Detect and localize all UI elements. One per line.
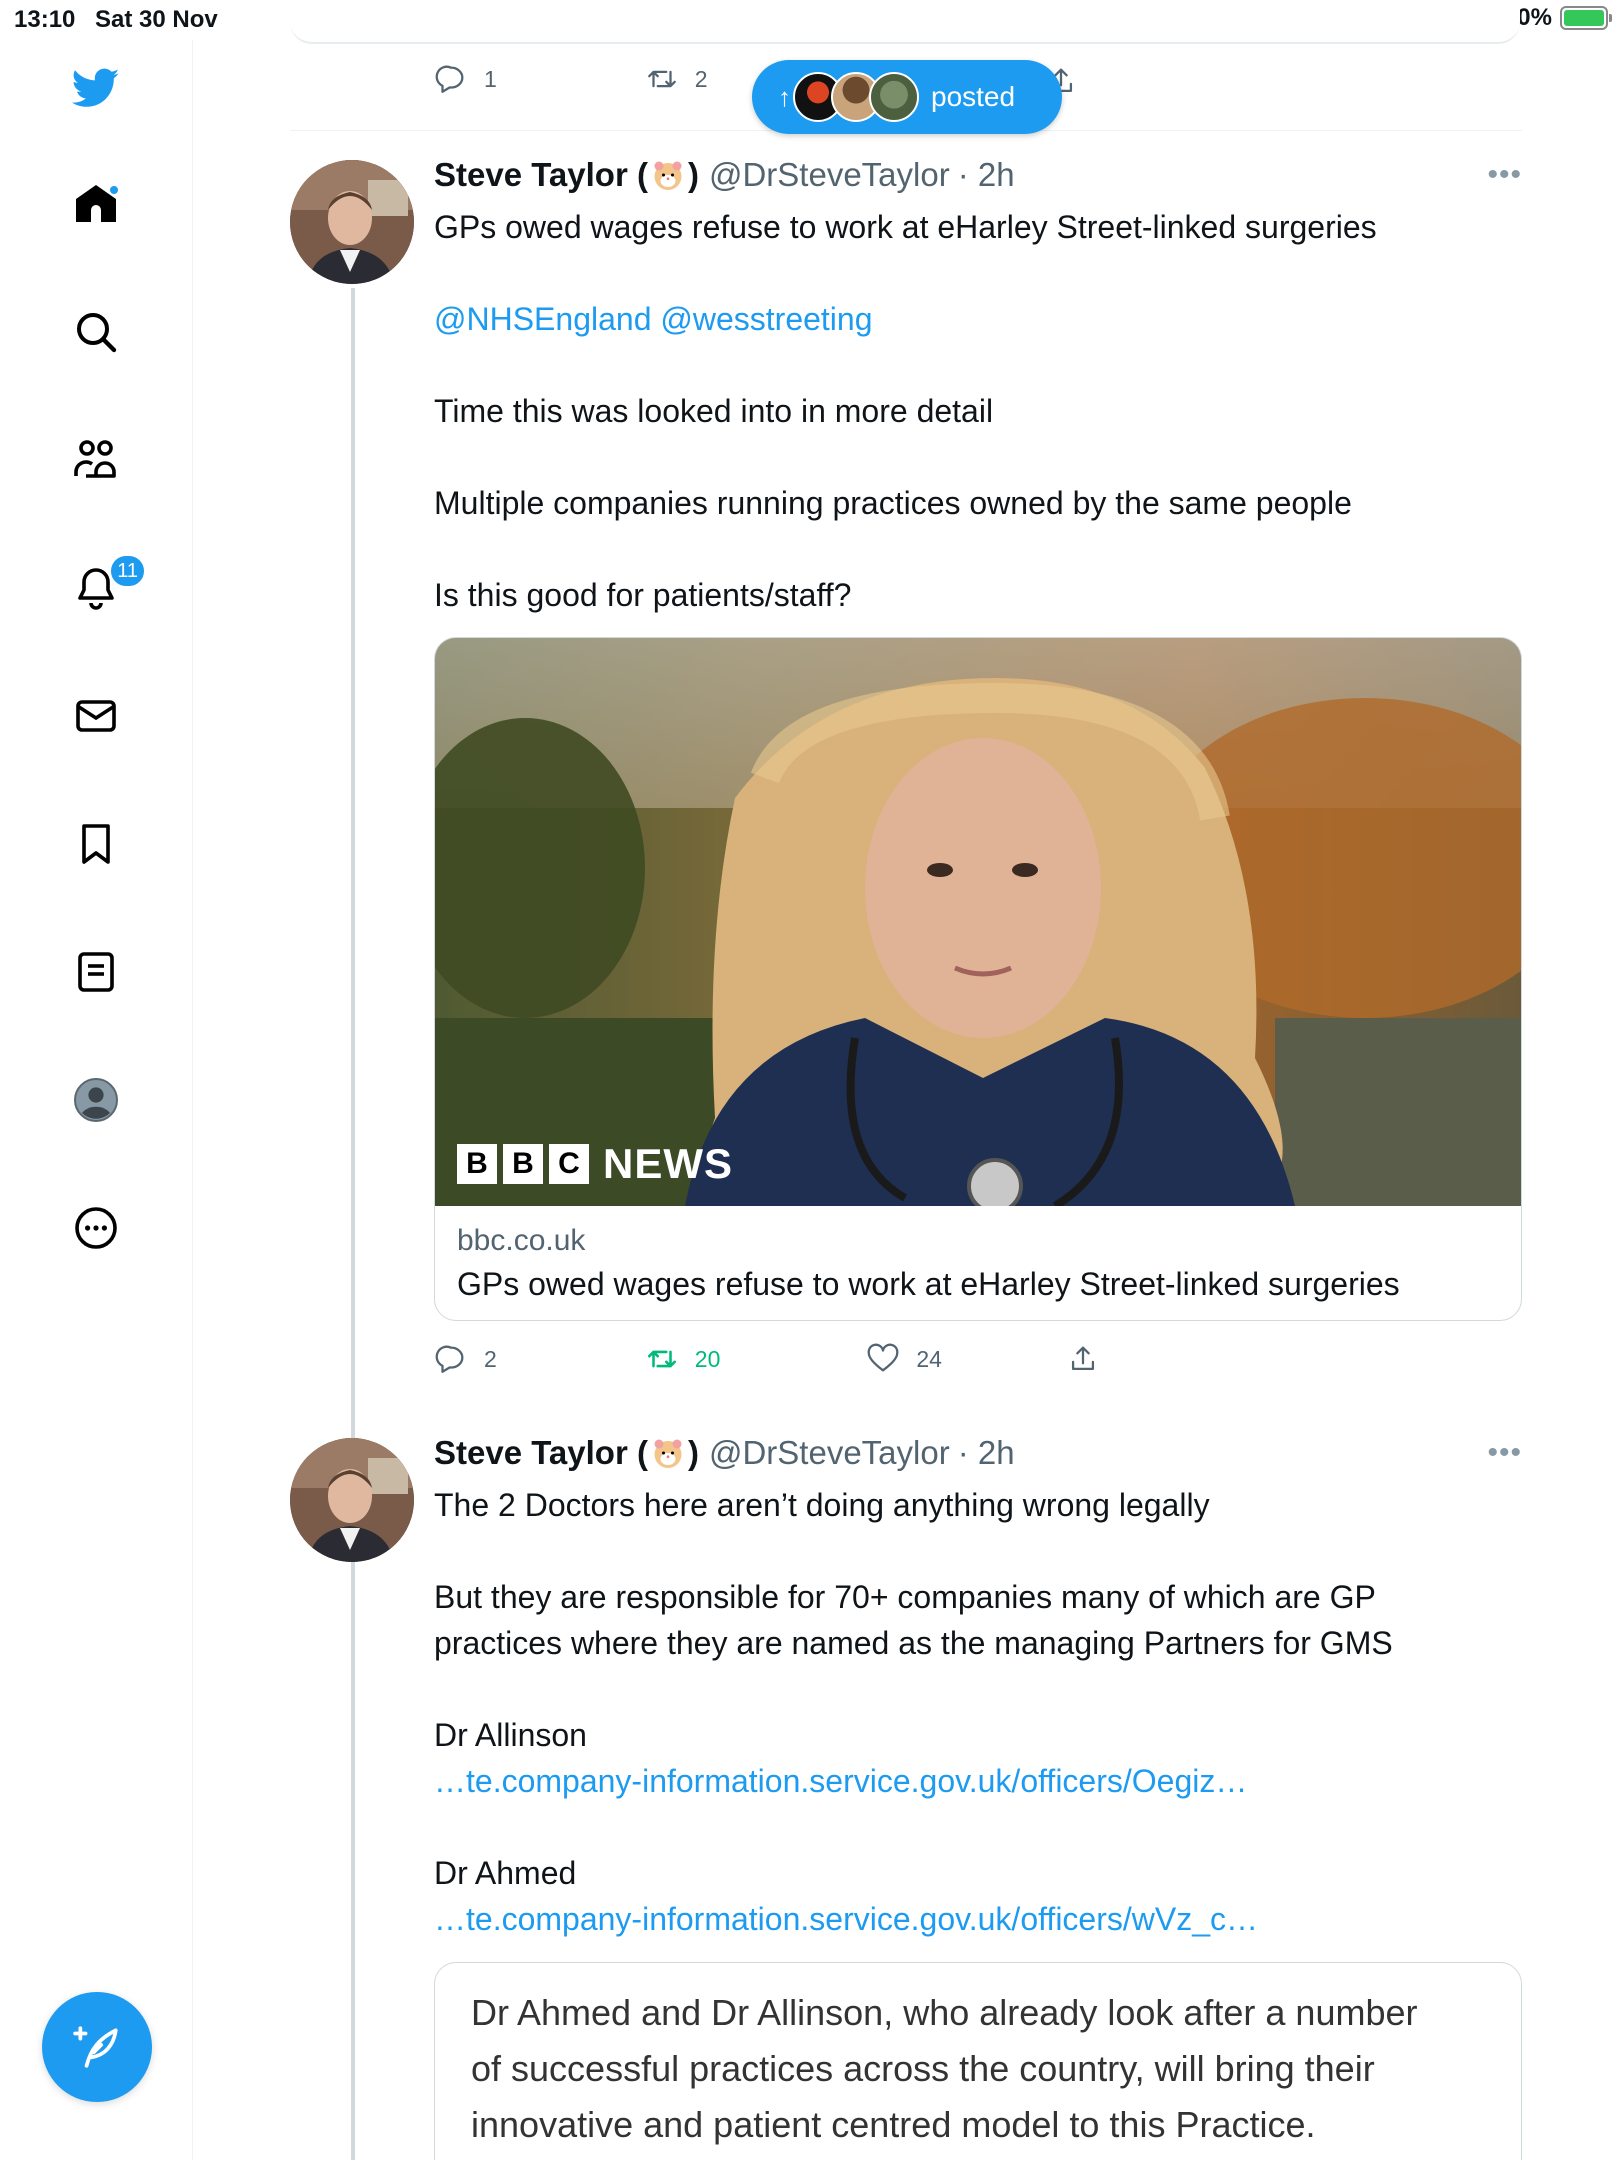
prev-retweet-button[interactable]: 2: [645, 62, 708, 96]
new-posts-pill[interactable]: ↑ posted: [752, 60, 1062, 134]
quote-line: of successful practices across the count…: [471, 2048, 1375, 2089]
article-image: B B C NEWS: [435, 638, 1521, 1206]
sidebar-item-more[interactable]: [66, 1198, 126, 1258]
sidebar-item-messages[interactable]: [66, 686, 126, 746]
like-count: 24: [916, 1345, 942, 1372]
mail-icon: [76, 700, 116, 732]
home-new-dot: [108, 184, 120, 196]
more-options-icon[interactable]: •••: [1487, 1436, 1522, 1470]
heart-icon: [867, 1343, 899, 1372]
more-circle-icon: [75, 1207, 117, 1249]
retweet-count: 20: [694, 1345, 721, 1372]
bbc-news-logo: B B C NEWS: [457, 1140, 733, 1188]
avatar[interactable]: [290, 160, 414, 284]
search-bar-edge[interactable]: [290, 0, 1520, 44]
status-date: Sat 30 Nov: [95, 6, 218, 33]
bbc-logo-letter: C: [549, 1144, 589, 1184]
tweet-line: Multiple companies running practices own…: [434, 485, 1352, 521]
bbc-logo-letter: B: [503, 1144, 543, 1184]
tweet-actions: 2 20 24: [434, 1342, 1100, 1376]
avatar[interactable]: [290, 1438, 414, 1562]
tweet-body: The 2 Doctors here aren’t doing anything…: [434, 1482, 1514, 1942]
feather-plus-icon: [73, 2026, 118, 2068]
retweet-icon: [647, 70, 676, 88]
quote-line: Dr Ahmed and Dr Allinson, who already lo…: [471, 1992, 1418, 2033]
sidebar-item-lists[interactable]: [66, 942, 126, 1002]
bbc-logo-word: NEWS: [603, 1140, 733, 1187]
quote-line: innovative and patient centred model to …: [471, 2104, 1316, 2145]
display-name[interactable]: Steve Taylor (: [434, 156, 648, 194]
avatar: [869, 72, 919, 122]
communities-icon: [74, 440, 116, 478]
thread-line: [351, 1566, 355, 2160]
display-name-suffix: ): [687, 156, 699, 193]
card-domain: bbc.co.uk: [457, 1224, 586, 1257]
display-name-suffix: ): [687, 1434, 699, 1471]
tweet-line: But they are responsible for 70+ compani…: [434, 1579, 1376, 1615]
sidebar-item-bookmarks[interactable]: [66, 814, 126, 874]
tweet-line: Dr Allinson: [434, 1717, 587, 1753]
posted-label: posted: [931, 81, 1016, 112]
profile-icon: [74, 1078, 118, 1122]
reply-icon: [435, 65, 464, 93]
display-name[interactable]: Steve Taylor (: [434, 1434, 648, 1472]
tweet-time[interactable]: · 2h: [958, 1434, 1015, 1472]
reply-button[interactable]: 2: [434, 1342, 497, 1376]
tweet-line: GPs owed wages refuse to work at eHarley…: [434, 209, 1377, 245]
share-icon: [1071, 1346, 1095, 1371]
sidebar-item-home[interactable]: [66, 174, 126, 234]
search-icon: [77, 313, 117, 353]
sidebar-item-communities[interactable]: [66, 430, 126, 490]
reply-count: 2: [484, 1345, 497, 1372]
prev-retweet-count: 2: [694, 65, 708, 92]
hamster-emoji-icon: [654, 1439, 682, 1468]
status-time: 13:10: [14, 6, 76, 33]
mention-links[interactable]: @NHSEngland @wesstreeting: [434, 296, 1514, 342]
sidebar-item-notifications[interactable]: 11: [66, 554, 146, 618]
sidebar-item-profile[interactable]: [66, 1070, 126, 1130]
url-link[interactable]: …te.company-information.service.gov.uk/o…: [434, 1896, 1514, 1942]
tweet-line: Dr Ahmed: [434, 1855, 577, 1891]
prev-reply-button[interactable]: 1: [434, 62, 497, 96]
bookmark-icon: [82, 824, 110, 864]
tweet-body: GPs owed wages refuse to work at eHarley…: [434, 204, 1514, 618]
sidebar-item-explore[interactable]: [66, 302, 126, 362]
tweet-line: practices where they are named as the ma…: [434, 1625, 1393, 1661]
twitter-logo-icon[interactable]: [66, 58, 126, 118]
quoted-text-box[interactable]: Dr Ahmed and Dr Allinson, who already lo…: [434, 1962, 1522, 2160]
user-handle[interactable]: @DrSteveTaylor: [709, 156, 950, 194]
prev-tweet-actions: 1 2: [434, 62, 708, 96]
list-icon: [78, 952, 114, 992]
compose-tweet-button[interactable]: [42, 1992, 152, 2102]
tweet-time[interactable]: · 2h: [958, 156, 1015, 194]
retweet-icon: [647, 1350, 676, 1368]
tweet-line: The 2 Doctors here aren’t doing anything…: [434, 1487, 1210, 1523]
tweet-header: Steve Taylor ( ) @DrSteveTaylor · 2h: [434, 156, 1015, 194]
share-button[interactable]: [1066, 1342, 1100, 1376]
hamster-emoji-icon: [654, 161, 682, 190]
like-button[interactable]: 24: [866, 1342, 942, 1376]
notifications-badge: 11: [109, 554, 146, 588]
link-preview-card[interactable]: B B C NEWS bbc.co.uk GPs owed wages refu…: [434, 637, 1522, 1321]
retweet-button[interactable]: 20: [645, 1342, 721, 1376]
prev-reply-count: 1: [484, 65, 497, 92]
reply-icon: [435, 1345, 464, 1373]
user-handle[interactable]: @DrSteveTaylor: [709, 1434, 950, 1472]
tweet-line: Is this good for patients/staff?: [434, 577, 852, 613]
tweet-line: Time this was looked into in more detail: [434, 393, 994, 429]
tweet-header: Steve Taylor ( ) @DrSteveTaylor · 2h: [434, 1434, 1015, 1472]
battery-icon: [1560, 6, 1612, 30]
card-title: GPs owed wages refuse to work at eHarley…: [457, 1266, 1400, 1302]
bbc-logo-letter: B: [457, 1144, 497, 1184]
arrow-up-icon: ↑: [778, 81, 791, 112]
url-link[interactable]: …te.company-information.service.gov.uk/o…: [434, 1758, 1514, 1804]
more-options-icon[interactable]: •••: [1487, 158, 1522, 192]
